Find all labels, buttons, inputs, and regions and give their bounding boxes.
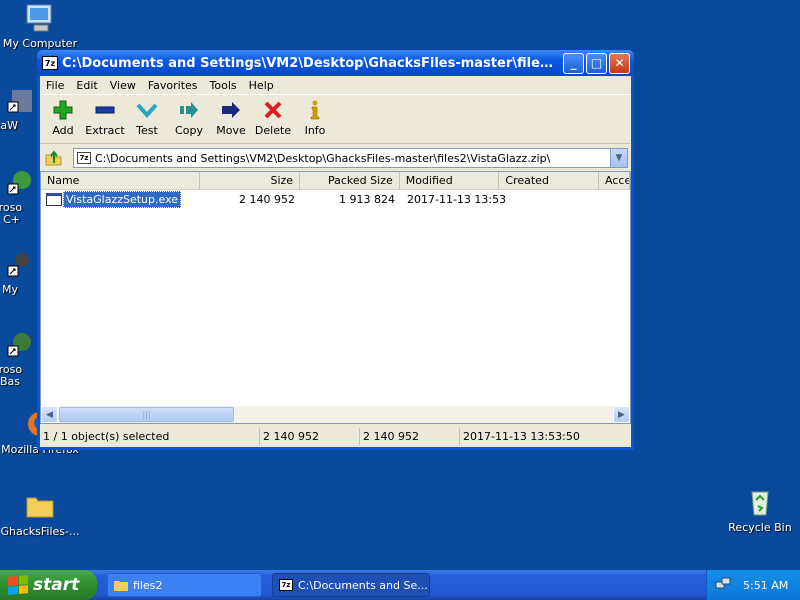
test-button[interactable]: Test	[126, 96, 168, 137]
info-label: Info	[304, 124, 326, 137]
delete-label: Delete	[254, 124, 292, 137]
desktop-icon-label: GhacksFiles-...	[0, 525, 80, 538]
column-header-accessed[interactable]: Acce	[599, 172, 630, 189]
menu-favorites[interactable]: Favorites	[142, 79, 204, 92]
up-folder-icon	[45, 150, 62, 166]
folder-icon	[24, 490, 56, 522]
shortcut-icon	[4, 166, 36, 198]
menu-bar: File Edit View Favorites Tools Help	[40, 76, 631, 95]
scroll-left-button[interactable]: ◀	[41, 406, 58, 423]
minus-icon	[84, 98, 126, 122]
extract-label: Extract	[85, 124, 125, 137]
add-label: Add	[52, 124, 74, 137]
minimize-button[interactable]: _	[563, 52, 584, 74]
address-bar: 7z C:\Documents and Settings\VM2\Desktop…	[40, 146, 631, 170]
check-icon	[126, 98, 168, 122]
network-icon[interactable]	[715, 577, 731, 594]
start-button[interactable]: start	[0, 570, 97, 600]
archive-icon: 7z	[77, 152, 91, 164]
delete-button[interactable]: Delete	[252, 96, 294, 137]
close-icon: ✕	[614, 56, 625, 70]
status-bar: 1 / 1 object(s) selected 2 140 952 2 140…	[40, 426, 631, 447]
copy-arrow-icon	[168, 98, 210, 122]
start-label: start	[33, 575, 80, 595]
info-icon	[294, 98, 336, 122]
file-list[interactable]: Name Size Packed Size Modified Created A…	[40, 171, 631, 424]
up-folder-button[interactable]	[43, 148, 65, 168]
desktop-icon-ghacksfiles[interactable]: GhacksFiles-...	[0, 490, 80, 538]
extract-button[interactable]: Extract	[84, 96, 126, 137]
column-header-name[interactable]: Name	[41, 172, 201, 189]
status-size: 2 140 952	[260, 428, 360, 445]
horizontal-scrollbar[interactable]: ◀ ||| ▶	[41, 406, 630, 423]
file-name: VistaGlazzSetup.exe	[63, 191, 182, 208]
taskbar-item-7zip[interactable]: 7z C:\Documents and Se...	[272, 573, 430, 597]
menu-edit[interactable]: Edit	[70, 79, 103, 92]
window-titlebar[interactable]: 7z C:\Documents and Settings\VM2\Desktop…	[37, 50, 634, 76]
delete-x-icon	[252, 98, 294, 122]
taskbar-item-files2[interactable]: files2	[107, 573, 262, 597]
info-button[interactable]: Info	[294, 96, 336, 137]
taskbar: start files2 7z C:\Documents and Se... 5…	[0, 570, 800, 600]
status-selection: 1 / 1 object(s) selected	[40, 428, 260, 445]
clock[interactable]: 5:51 AM	[743, 579, 788, 592]
add-button[interactable]: Add	[42, 96, 84, 137]
table-row[interactable]: VistaGlazzSetup.exe 2 140 952 1 913 824 …	[41, 191, 630, 208]
column-header-modified[interactable]: Modified	[400, 172, 500, 189]
column-header-size[interactable]: Size	[200, 172, 301, 189]
menu-file[interactable]: File	[40, 79, 70, 92]
folder-icon	[114, 581, 128, 591]
column-header-created[interactable]: Created	[499, 172, 600, 189]
list-header: Name Size Packed Size Modified Created A…	[41, 172, 630, 190]
desktop-icon-recycle-bin[interactable]: Recycle Bin	[720, 486, 800, 534]
shortcut-icon	[4, 328, 36, 360]
copy-button[interactable]: Copy	[168, 96, 210, 137]
computer-icon	[24, 2, 56, 34]
chevron-right-icon: ▶	[618, 409, 625, 420]
address-path: C:\Documents and Settings\VM2\Desktop\Gh…	[95, 151, 551, 165]
shortcut-icon	[4, 84, 36, 116]
copy-label: Copy	[175, 124, 203, 137]
test-label: Test	[136, 124, 158, 137]
scroll-right-button[interactable]: ▶	[613, 406, 630, 423]
desktop-icon-label: My Computer	[2, 37, 78, 50]
close-button[interactable]: ✕	[609, 52, 630, 74]
file-modified: 2017-11-13 13:53	[407, 193, 507, 206]
plus-icon	[42, 98, 84, 122]
7zip-app-icon: 7z	[279, 579, 293, 591]
address-input[interactable]: 7z C:\Documents and Settings\VM2\Desktop…	[73, 148, 628, 168]
file-manager-window: 7z C:\Documents and Settings\VM2\Desktop…	[37, 50, 634, 450]
chevron-down-icon[interactable]: ▼	[610, 149, 627, 167]
file-name-cell: VistaGlazzSetup.exe	[41, 191, 201, 208]
desktop-icon-my-computer[interactable]: My Computer	[0, 2, 80, 50]
status-modified: 2017-11-13 13:53:50	[463, 430, 580, 443]
executable-icon	[46, 193, 62, 206]
scrollbar-thumb[interactable]: |||	[59, 407, 234, 422]
taskbar-item-label: files2	[133, 578, 163, 592]
7zip-app-icon: 7z	[42, 56, 58, 70]
file-packed-size: 1 913 824	[339, 193, 395, 206]
minimize-icon: _	[570, 56, 577, 70]
window-title: C:\Documents and Settings\VM2\Desktop\Gh…	[62, 55, 563, 71]
chevron-left-icon: ◀	[46, 409, 53, 420]
shortcut-icon	[4, 248, 36, 280]
maximize-button[interactable]: □	[586, 52, 607, 74]
menu-view[interactable]: View	[104, 79, 142, 92]
system-tray: 5:51 AM	[706, 570, 800, 600]
taskbar-item-label: C:\Documents and Se...	[298, 578, 428, 592]
maximize-icon: □	[590, 56, 603, 70]
recycle-bin-icon	[744, 486, 776, 518]
menu-help[interactable]: Help	[243, 79, 280, 92]
status-packed-size: 2 140 952	[360, 428, 460, 445]
move-button[interactable]: Move	[210, 96, 252, 137]
move-label: Move	[216, 124, 246, 137]
windows-logo-icon	[8, 575, 28, 595]
toolbar: Add Extract Test Copy Move Delete Info	[40, 96, 631, 144]
desktop-icon-label: Recycle Bin	[728, 521, 792, 534]
file-size: 2 140 952	[239, 193, 295, 206]
column-header-packed-size[interactable]: Packed Size	[300, 172, 400, 189]
menu-tools[interactable]: Tools	[204, 79, 243, 92]
move-arrow-icon	[210, 98, 252, 122]
